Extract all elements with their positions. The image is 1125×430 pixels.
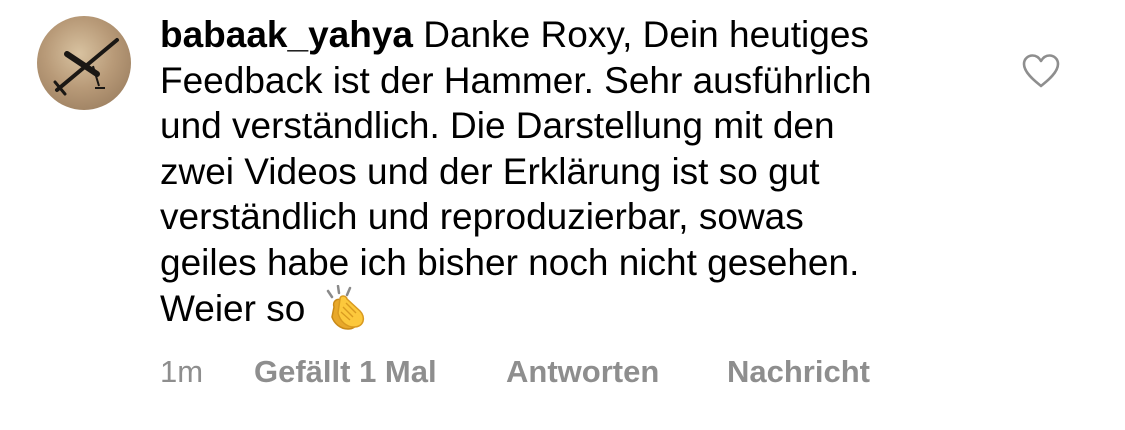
- comment-line-1: Danke Roxy, Dein heutiges: [423, 14, 869, 55]
- comment-timestamp: 1m: [160, 354, 204, 389]
- comment-line-5: verständlich und reproduzierbar, sowas: [160, 196, 804, 237]
- comment-line-2: Feedback ist der Hammer. Sehr ausführlic…: [160, 59, 872, 101]
- comment-username[interactable]: babaak_yahya: [160, 14, 413, 55]
- comment-line-3: und verständlich. Die Darstellung mit de…: [160, 105, 835, 146]
- reply-button[interactable]: Antworten: [506, 351, 659, 393]
- heart-outline-icon: [1022, 54, 1060, 88]
- airplane-silhouette-icon: [53, 38, 119, 96]
- like-button[interactable]: [1021, 53, 1061, 89]
- comment-line-6: geiles habe ich bisher noch nicht gesehe…: [160, 241, 860, 283]
- comment-line-7: Weier so: [160, 288, 306, 329]
- likes-count-link[interactable]: Gefällt 1 Mal: [254, 351, 437, 393]
- message-button[interactable]: Nachricht: [727, 351, 870, 393]
- avatar[interactable]: [37, 16, 131, 110]
- comment-body: babaak_yahya Danke Roxy, Dein heutiges F…: [160, 12, 990, 342]
- comment-item: babaak_yahya Danke Roxy, Dein heutiges F…: [0, 0, 1125, 430]
- comment-line-4: zwei Videos und der Erklärung ist so gut: [160, 150, 820, 192]
- clapping-hands-icon: [320, 284, 368, 342]
